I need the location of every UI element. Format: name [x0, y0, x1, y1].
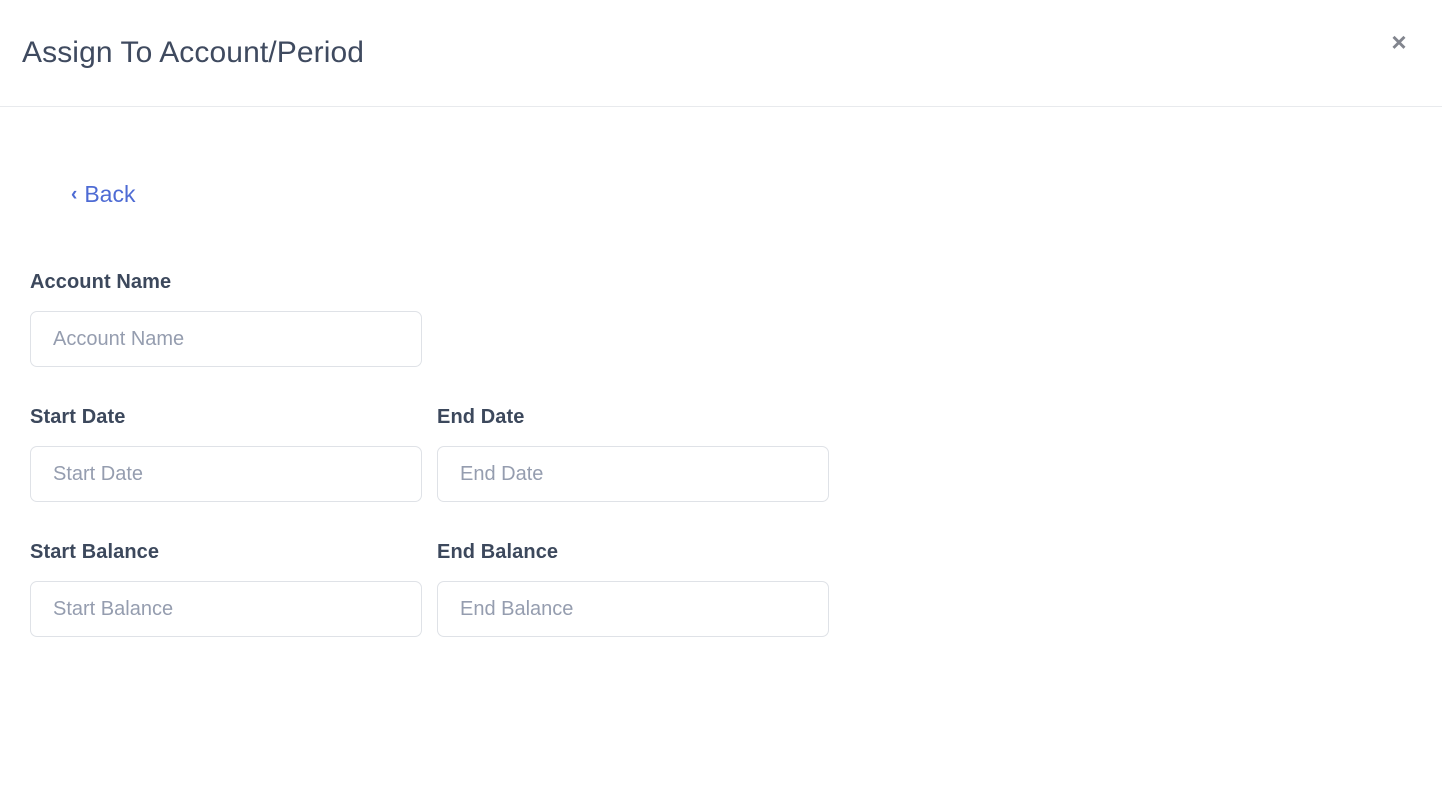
- field-group-start-date: Start Date: [30, 407, 422, 502]
- field-group-account-name: Account Name: [30, 272, 422, 367]
- end-balance-input[interactable]: [437, 581, 829, 637]
- form-row-dates: Start Date End Date: [30, 407, 1410, 502]
- start-balance-input[interactable]: [30, 581, 422, 637]
- field-group-end-date: End Date: [437, 407, 829, 502]
- start-date-input[interactable]: [30, 446, 422, 502]
- field-group-end-balance: End Balance: [437, 542, 829, 637]
- end-date-input[interactable]: [437, 446, 829, 502]
- close-icon[interactable]: ×: [1381, 24, 1417, 60]
- label-start-date: Start Date: [30, 406, 126, 428]
- modal-header: Assign To Account/Period ×: [0, 0, 1442, 107]
- back-link-label: Back: [84, 181, 136, 207]
- label-account-name: Account Name: [30, 271, 172, 293]
- label-start-balance: Start Balance: [30, 541, 160, 563]
- back-link[interactable]: ‹ Back: [71, 183, 135, 206]
- field-group-start-balance: Start Balance: [30, 542, 422, 637]
- label-end-balance: End Balance: [437, 541, 559, 563]
- account-name-input[interactable]: [30, 311, 422, 367]
- label-end-date: End Date: [437, 406, 525, 428]
- account-period-form: Account Name Start Date End Date Start B…: [30, 272, 1410, 637]
- assign-account-period-modal: Assign To Account/Period × ‹ Back Accoun…: [0, 0, 1442, 806]
- form-row-account-name: Account Name: [30, 272, 1410, 367]
- chevron-left-icon: ‹: [71, 184, 78, 205]
- form-row-balances: Start Balance End Balance: [30, 542, 1410, 637]
- page-title: Assign To Account/Period: [22, 36, 365, 69]
